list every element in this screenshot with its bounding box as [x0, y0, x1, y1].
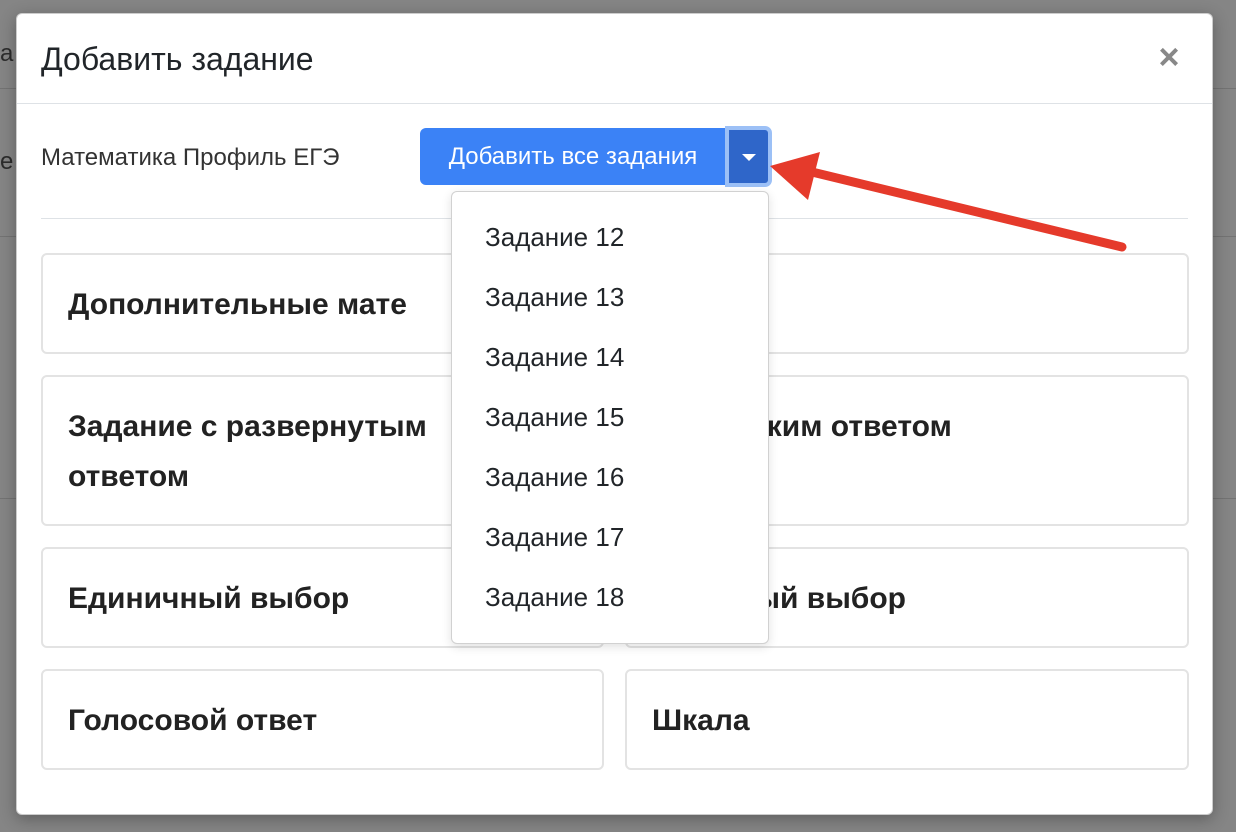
- subject-label: Математика Профиль ЕГЭ: [41, 144, 340, 171]
- card-title: Единичный выбор: [68, 582, 350, 615]
- dropdown-item-task-15[interactable]: Задание 15: [452, 387, 768, 447]
- tasks-dropdown-menu: Задание 12 Задание 13 Задание 14 Задание…: [451, 191, 769, 644]
- card-title: Дополнительные мате: [68, 288, 407, 321]
- dropdown-item-task-12[interactable]: Задание 12: [452, 207, 768, 267]
- dropdown-toggle-button[interactable]: [725, 126, 772, 187]
- dropdown-item-task-18[interactable]: Задание 18: [452, 567, 768, 627]
- caret-down-icon: [742, 154, 756, 161]
- card-title: Шкала: [652, 704, 750, 737]
- card-title: Голосовой ответ: [68, 704, 318, 737]
- add-all-tasks-button[interactable]: Добавить все задания: [420, 128, 726, 185]
- card-scale[interactable]: Шкала: [625, 669, 1189, 770]
- dropdown-item-task-16[interactable]: Задание 16: [452, 447, 768, 507]
- card-voice-answer[interactable]: Голосовой ответ: [41, 669, 604, 770]
- dropdown-item-task-17[interactable]: Задание 17: [452, 507, 768, 567]
- card-title: ответом: [68, 460, 190, 493]
- dropdown-item-task-13[interactable]: Задание 13: [452, 267, 768, 327]
- close-icon[interactable]: ×: [1152, 38, 1186, 76]
- dropdown-item-task-14[interactable]: Задание 14: [452, 327, 768, 387]
- add-task-modal: Добавить задание × Математика Профиль ЕГ…: [16, 13, 1213, 815]
- card-title: Задание с развернутым: [68, 410, 427, 443]
- modal-title: Добавить задание: [41, 41, 314, 77]
- modal-header: Добавить задание ×: [17, 14, 1212, 104]
